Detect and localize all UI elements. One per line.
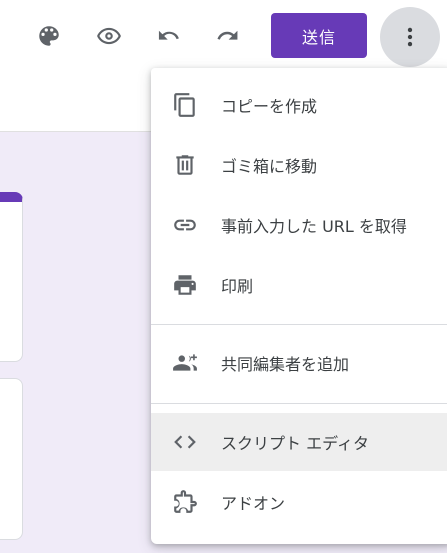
trash-icon: [171, 151, 199, 179]
undo-icon[interactable]: [151, 18, 187, 54]
puzzle-icon: [171, 488, 199, 516]
menu-item-label: アドオン: [221, 494, 286, 513]
more-options-button[interactable]: [380, 7, 440, 67]
menu-item-move-to-trash[interactable]: ゴミ箱に移動: [151, 136, 447, 194]
form-card: [0, 192, 23, 362]
copy-icon: [171, 91, 199, 119]
redo-icon[interactable]: [210, 18, 246, 54]
menu-divider: [151, 403, 447, 404]
menu-item-add-collaborators[interactable]: 共同編集者を追加: [151, 334, 447, 392]
add-collaborators-icon: [171, 349, 199, 377]
menu-divider: [151, 324, 447, 325]
link-icon: [171, 211, 199, 239]
menu-item-label: 印刷: [221, 277, 254, 296]
menu-item-label: 事前入力した URL を取得: [221, 217, 407, 236]
menu-item-label: コピーを作成: [221, 97, 318, 116]
more-options-menu: コピーを作成 ゴミ箱に移動 事前入力した URL を取得 印刷 共同編集者を追加…: [151, 68, 447, 544]
print-icon: [171, 271, 199, 299]
menu-item-get-prefilled-link[interactable]: 事前入力した URL を取得: [151, 196, 447, 254]
menu-item-script-editor[interactable]: スクリプト エディタ: [151, 413, 447, 471]
menu-item-label: スクリプト エディタ: [221, 434, 369, 453]
menu-item-label: 共同編集者を追加: [221, 355, 350, 374]
code-icon: [171, 428, 199, 456]
menu-item-print[interactable]: 印刷: [151, 256, 447, 314]
send-button[interactable]: 送信: [271, 13, 367, 58]
preview-eye-icon[interactable]: [91, 18, 127, 54]
palette-icon[interactable]: [31, 18, 67, 54]
form-card: [0, 378, 23, 540]
menu-item-make-copy[interactable]: コピーを作成: [151, 76, 447, 134]
menu-item-label: ゴミ箱に移動: [221, 157, 318, 176]
more-vert-icon: [407, 27, 413, 47]
menu-item-add-ons[interactable]: アドオン: [151, 473, 447, 531]
